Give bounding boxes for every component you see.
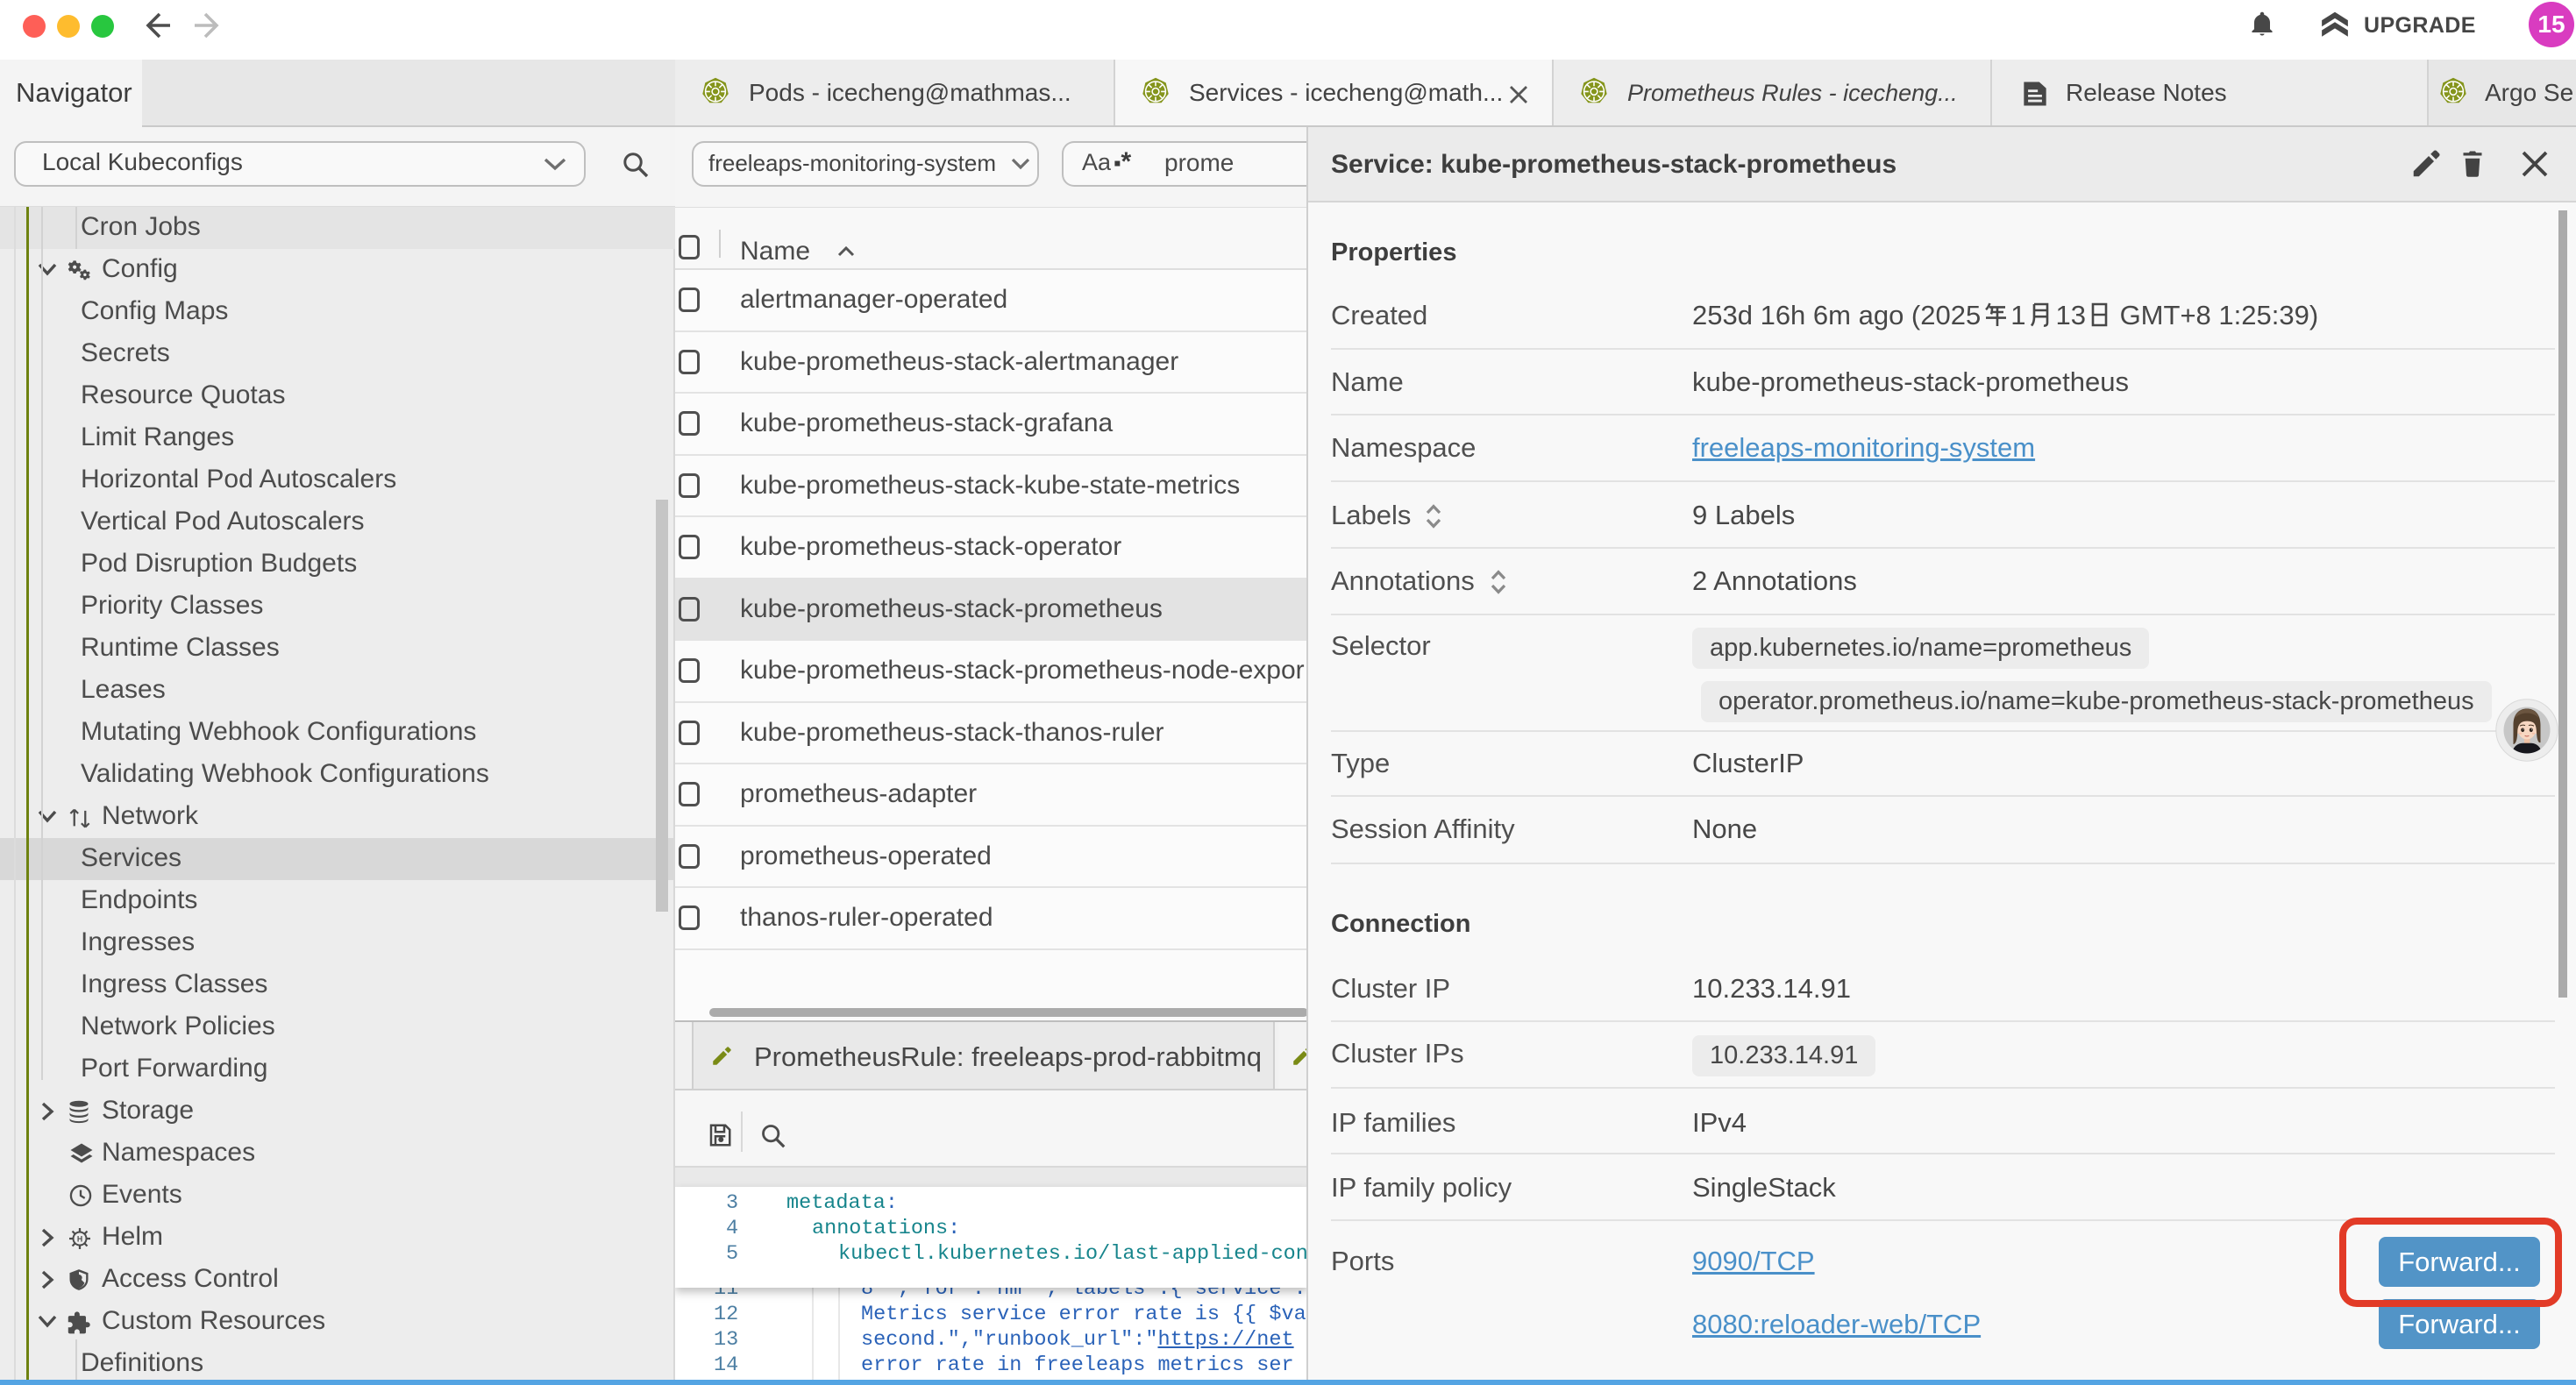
svg-text:H: H (77, 1235, 82, 1244)
